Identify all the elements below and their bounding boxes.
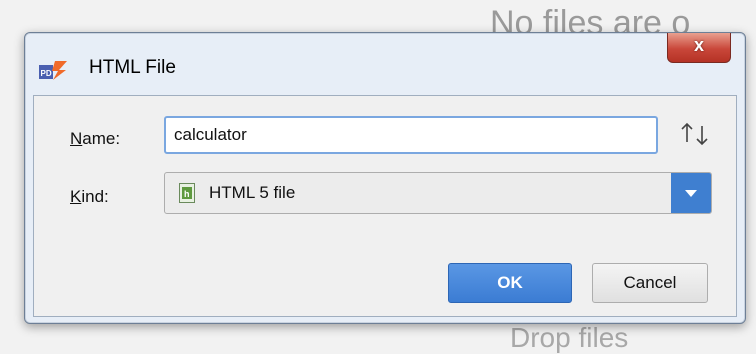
close-button[interactable]: x xyxy=(667,33,731,63)
name-label-text: ame: xyxy=(82,129,121,148)
background-drop-hint: Drop files xyxy=(510,322,629,353)
sort-arrows-icon[interactable] xyxy=(678,120,712,148)
phpstorm-icon: PD xyxy=(39,61,67,80)
dropdown-button[interactable] xyxy=(671,173,711,213)
dialog-content: Name: Kind: h HTML 5 file OK Cancel xyxy=(33,95,737,317)
close-icon: x xyxy=(693,35,704,55)
kind-select[interactable]: h HTML 5 file xyxy=(164,172,712,214)
kind-label: Kind: xyxy=(70,187,109,207)
ok-button[interactable]: OK xyxy=(448,263,572,303)
dialog-title: HTML File xyxy=(89,57,176,78)
cancel-button[interactable]: Cancel xyxy=(592,263,708,303)
chevron-down-icon xyxy=(685,190,697,197)
name-label-accelerator: N xyxy=(70,129,83,148)
kind-label-text: ind: xyxy=(81,187,109,206)
name-label: Name: xyxy=(70,129,120,149)
name-input[interactable] xyxy=(164,116,658,154)
kind-label-accelerator: K xyxy=(70,187,82,206)
svg-text:h: h xyxy=(184,189,190,199)
html-file-dialog: PD HTML File x Name: Kind: h HTML 5 file xyxy=(24,32,746,324)
html-file-icon: h xyxy=(179,183,195,203)
svg-text:PD: PD xyxy=(41,69,52,78)
dialog-titlebar[interactable]: PD HTML File x xyxy=(25,33,745,95)
kind-selected-value: HTML 5 file xyxy=(209,183,296,202)
